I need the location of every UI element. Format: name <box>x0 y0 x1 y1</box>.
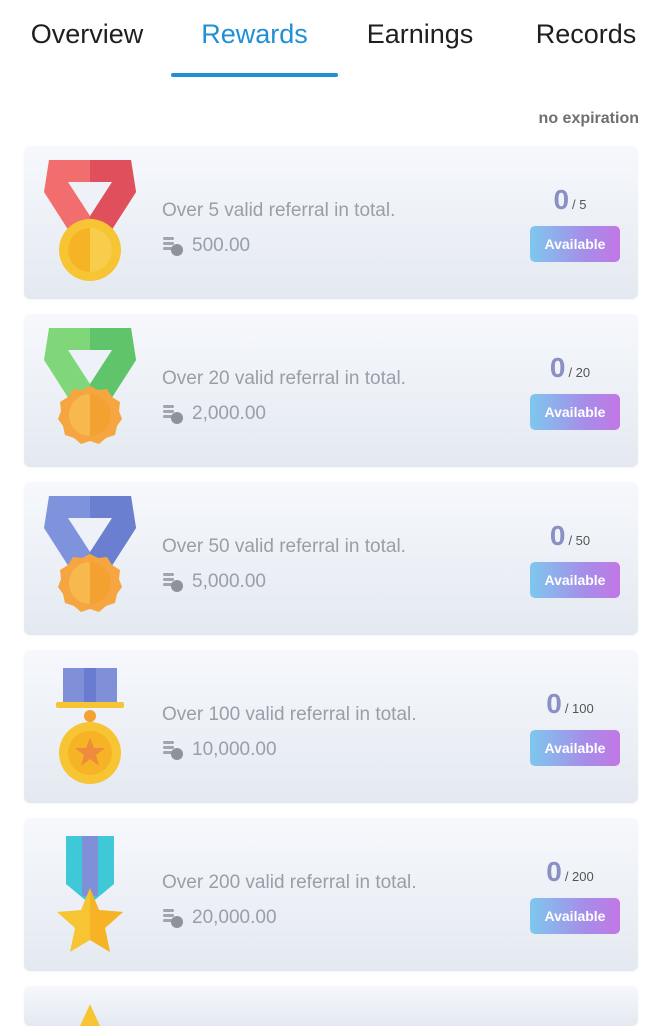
blue-ribbon-medal-icon <box>44 496 136 612</box>
tab-earnings[interactable]: Earnings <box>355 14 485 54</box>
referral-target: / 100 <box>564 701 594 716</box>
reward-amount: 2,000.00 <box>162 402 266 426</box>
green-ribbon-medal-icon <box>44 328 136 444</box>
expiration-note: no expiration <box>538 110 639 127</box>
referral-progress: 0/ 20 <box>522 352 618 384</box>
referral-target: / 200 <box>564 869 594 884</box>
reward-card: Over 20 valid referral in total. 2,000.0… <box>24 314 638 467</box>
available-button[interactable]: Available <box>530 394 620 430</box>
tab-rewards[interactable]: Rewards <box>171 14 338 54</box>
coins-icon <box>163 237 183 256</box>
referral-count: 0 <box>546 856 562 887</box>
reward-amount: 5,000.00 <box>162 570 266 594</box>
referral-count: 0 <box>546 688 562 719</box>
referral-progress: 0/ 200 <box>522 856 618 888</box>
reward-amount-value: 5,000.00 <box>192 571 266 592</box>
reward-card: Over 200 valid referral in total. 20,000… <box>24 818 638 971</box>
referral-progress: 0/ 100 <box>522 688 618 720</box>
reward-list: Over 5 valid referral in total. 500.00 0… <box>24 146 640 1026</box>
reward-amount: 10,000.00 <box>162 738 277 762</box>
reward-amount-value: 10,000.00 <box>192 739 277 760</box>
tab-records[interactable]: Records <box>522 14 650 54</box>
referral-progress: 0/ 5 <box>522 184 618 216</box>
star-ribbon-medal-icon <box>57 836 123 952</box>
referral-target: / 20 <box>568 365 591 380</box>
medal-top-icon <box>80 1004 100 1026</box>
coins-icon <box>163 405 183 424</box>
reward-card: Over 100 valid referral in total. 10,000… <box>24 650 638 803</box>
referral-progress: 0/ 50 <box>522 520 618 552</box>
referral-count: 0 <box>553 184 570 215</box>
reward-description: Over 20 valid referral in total. <box>162 368 406 389</box>
coins-icon <box>163 573 183 592</box>
referral-count: 0 <box>549 520 566 551</box>
reward-description: Over 5 valid referral in total. <box>162 200 396 221</box>
reward-card: Over 50 valid referral in total. 5,000.0… <box>24 482 638 635</box>
reward-amount-value: 500.00 <box>192 235 251 256</box>
reward-amount-value: 20,000.00 <box>192 907 277 928</box>
reward-card: Over 5 valid referral in total. 500.00 0… <box>24 146 638 299</box>
referral-count: 0 <box>549 352 566 383</box>
reward-amount: 500.00 <box>162 234 250 258</box>
coins-icon <box>163 741 183 760</box>
reward-amount-value: 2,000.00 <box>192 403 266 424</box>
reward-amount: 20,000.00 <box>162 906 277 930</box>
reward-description: Over 100 valid referral in total. <box>162 704 417 725</box>
reward-card-partial <box>24 986 638 1026</box>
tab-overview[interactable]: Overview <box>20 14 154 54</box>
red-ribbon-medal-icon <box>44 160 136 281</box>
referral-target: / 5 <box>572 197 587 212</box>
star-medal-icon <box>56 668 124 784</box>
active-tab-indicator <box>171 73 338 77</box>
referral-target: / 50 <box>568 533 591 548</box>
available-button[interactable]: Available <box>530 226 620 262</box>
coins-icon <box>163 909 183 928</box>
reward-description: Over 200 valid referral in total. <box>162 872 417 893</box>
available-button[interactable]: Available <box>530 730 620 766</box>
available-button[interactable]: Available <box>530 898 620 934</box>
tab-bar: Overview Rewards Earnings Records <box>0 0 664 80</box>
available-button[interactable]: Available <box>530 562 620 598</box>
reward-description: Over 50 valid referral in total. <box>162 536 406 557</box>
